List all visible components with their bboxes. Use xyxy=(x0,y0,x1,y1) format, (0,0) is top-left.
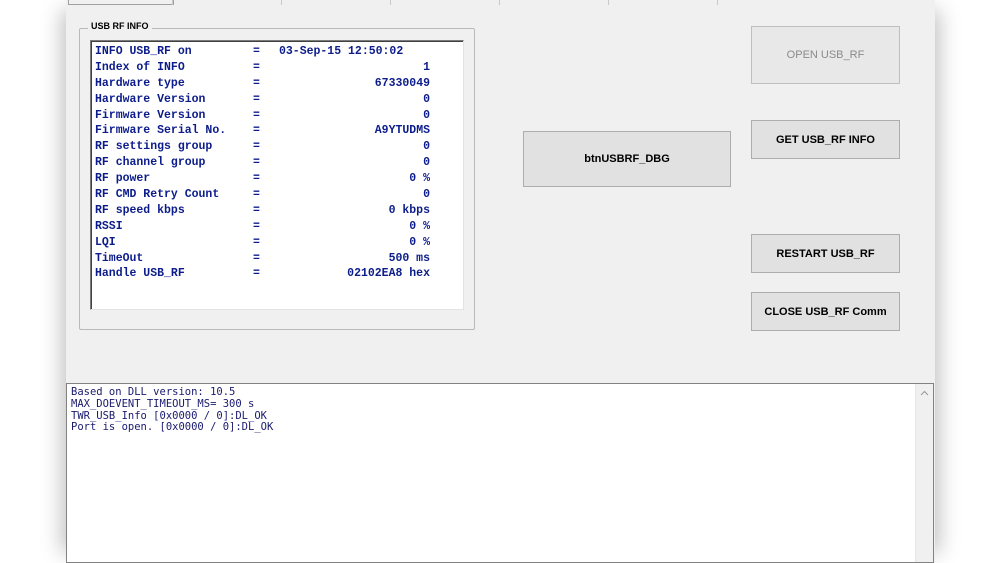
info-row: Firmware Serial No. = A9YTUDMS xyxy=(95,123,430,139)
info-value: 1 xyxy=(423,60,430,74)
info-row: RF speed kbps = 0 kbps xyxy=(95,203,430,219)
tab-5[interactable] xyxy=(499,0,608,5)
info-equals: = xyxy=(253,92,260,106)
info-value: 67330049 xyxy=(374,76,430,90)
info-row: Hardware type = 67330049 xyxy=(95,76,430,92)
info-value: 0 xyxy=(423,156,430,170)
info-key: RF settings group xyxy=(95,140,213,154)
info-key: RSSI xyxy=(95,219,123,233)
info-value: 0 xyxy=(423,140,430,154)
info-equals: = xyxy=(253,235,260,249)
usb-rf-info-textbox[interactable]: INFO USB_RF on = 03-Sep-15 12:50:02 Index o… xyxy=(90,40,464,310)
info-equals: = xyxy=(253,203,260,217)
info-row: RF CMD Retry Count = 0 xyxy=(95,187,430,203)
log-scrollbar[interactable] xyxy=(915,384,933,562)
info-equals: = xyxy=(253,76,260,90)
info-value: 0 xyxy=(423,188,430,202)
info-value: A9YTUDMS xyxy=(374,124,430,138)
info-key: Hardware Version xyxy=(95,92,206,106)
info-equals: = xyxy=(253,188,260,202)
close-usb-rf-comm-button[interactable]: CLOSE USB_RF Comm xyxy=(751,292,900,331)
tab-6[interactable] xyxy=(608,0,717,5)
info-row: Hardware Version = 0 xyxy=(95,92,430,108)
info-equals: = xyxy=(253,267,260,281)
info-row: RF power = 0 % xyxy=(95,171,430,187)
open-usb-rf-button[interactable]: OPEN USB_RF xyxy=(751,26,900,84)
info-key: RF CMD Retry Count xyxy=(95,188,220,202)
debug-button[interactable]: btnUSBRF_DBG xyxy=(523,131,731,187)
info-value: 0 % xyxy=(409,172,430,186)
info-row: RF settings group = 0 xyxy=(95,139,430,155)
info-key: Hardware type xyxy=(95,76,185,90)
info-row: RF channel group = 0 xyxy=(95,155,430,171)
info-equals: = xyxy=(253,219,260,233)
info-key: Firmware Serial No. xyxy=(95,124,227,138)
info-equals: = xyxy=(253,108,260,122)
info-rows: INFO USB_RF on = 03-Sep-15 12:50:02 Index o… xyxy=(95,44,430,282)
tab-4[interactable] xyxy=(390,0,499,5)
info-equals: = xyxy=(253,172,260,186)
info-key: INFO USB_RF on xyxy=(95,45,192,58)
info-value: 0 xyxy=(423,92,430,106)
info-value: 0 % xyxy=(409,219,430,233)
info-equals: = xyxy=(253,124,260,138)
info-key: Handle USB_RF xyxy=(95,267,185,281)
tab-1[interactable] xyxy=(68,0,174,5)
app-window: USB RF INFO INFO USB_RF on = 03-Sep-15 12:… xyxy=(66,0,935,563)
info-key: RF channel group xyxy=(95,156,206,170)
info-equals: = xyxy=(253,45,260,58)
info-row: LQI = 0 % xyxy=(95,235,430,251)
info-equals: = xyxy=(253,140,260,154)
tab-strip xyxy=(66,0,935,6)
info-value: 0 kbps xyxy=(388,203,430,217)
info-equals: = xyxy=(253,60,260,74)
tab-2[interactable] xyxy=(172,0,281,5)
info-row: TimeOut = 500 ms xyxy=(95,251,430,267)
info-key: Index of INFO xyxy=(95,60,185,74)
chevron-up-icon[interactable] xyxy=(916,384,933,401)
info-row: Index of INFO = 1 xyxy=(95,60,430,76)
log-line: MAX_DOEVENT_TIMEOUT_MS= 300 s xyxy=(71,397,255,410)
info-row: Firmware Version = 0 xyxy=(95,108,430,124)
group-title: USB RF INFO xyxy=(88,21,152,31)
info-row: RSSI = 0 % xyxy=(95,219,430,235)
info-value: 03-Sep-15 12:50:02 xyxy=(279,45,404,58)
info-row: INFO USB_RF on = 03-Sep-15 12:50:02 xyxy=(95,44,430,60)
info-key: RF speed kbps xyxy=(95,203,185,217)
info-key: RF power xyxy=(95,172,151,186)
get-usb-rf-info-button[interactable]: GET USB_RF INFO xyxy=(751,120,900,159)
log-textbox[interactable]: Based on DLL version: 10.5 MAX_DOEVENT_TI… xyxy=(66,383,934,563)
log-lines: Based on DLL version: 10.5 MAX_DOEVENT_TI… xyxy=(71,386,274,434)
info-value: 0 % xyxy=(409,235,430,249)
info-row: Handle USB_RF = 02102EA8 hex xyxy=(95,266,430,282)
info-equals: = xyxy=(253,156,260,170)
info-key: LQI xyxy=(95,235,116,249)
info-value: 0 xyxy=(423,108,430,122)
restart-usb-rf-button[interactable]: RESTART USB_RF xyxy=(751,234,900,273)
info-equals: = xyxy=(253,251,260,265)
info-value: 500 ms xyxy=(388,251,430,265)
info-key: TimeOut xyxy=(95,251,144,265)
tab-7[interactable] xyxy=(717,0,719,5)
info-value: 02102EA8 hex xyxy=(347,267,430,281)
log-line: Port is open. [0x0000 / 0]:DL_OK xyxy=(71,421,274,434)
info-key: Firmware Version xyxy=(95,108,206,122)
tab-3[interactable] xyxy=(281,0,390,5)
